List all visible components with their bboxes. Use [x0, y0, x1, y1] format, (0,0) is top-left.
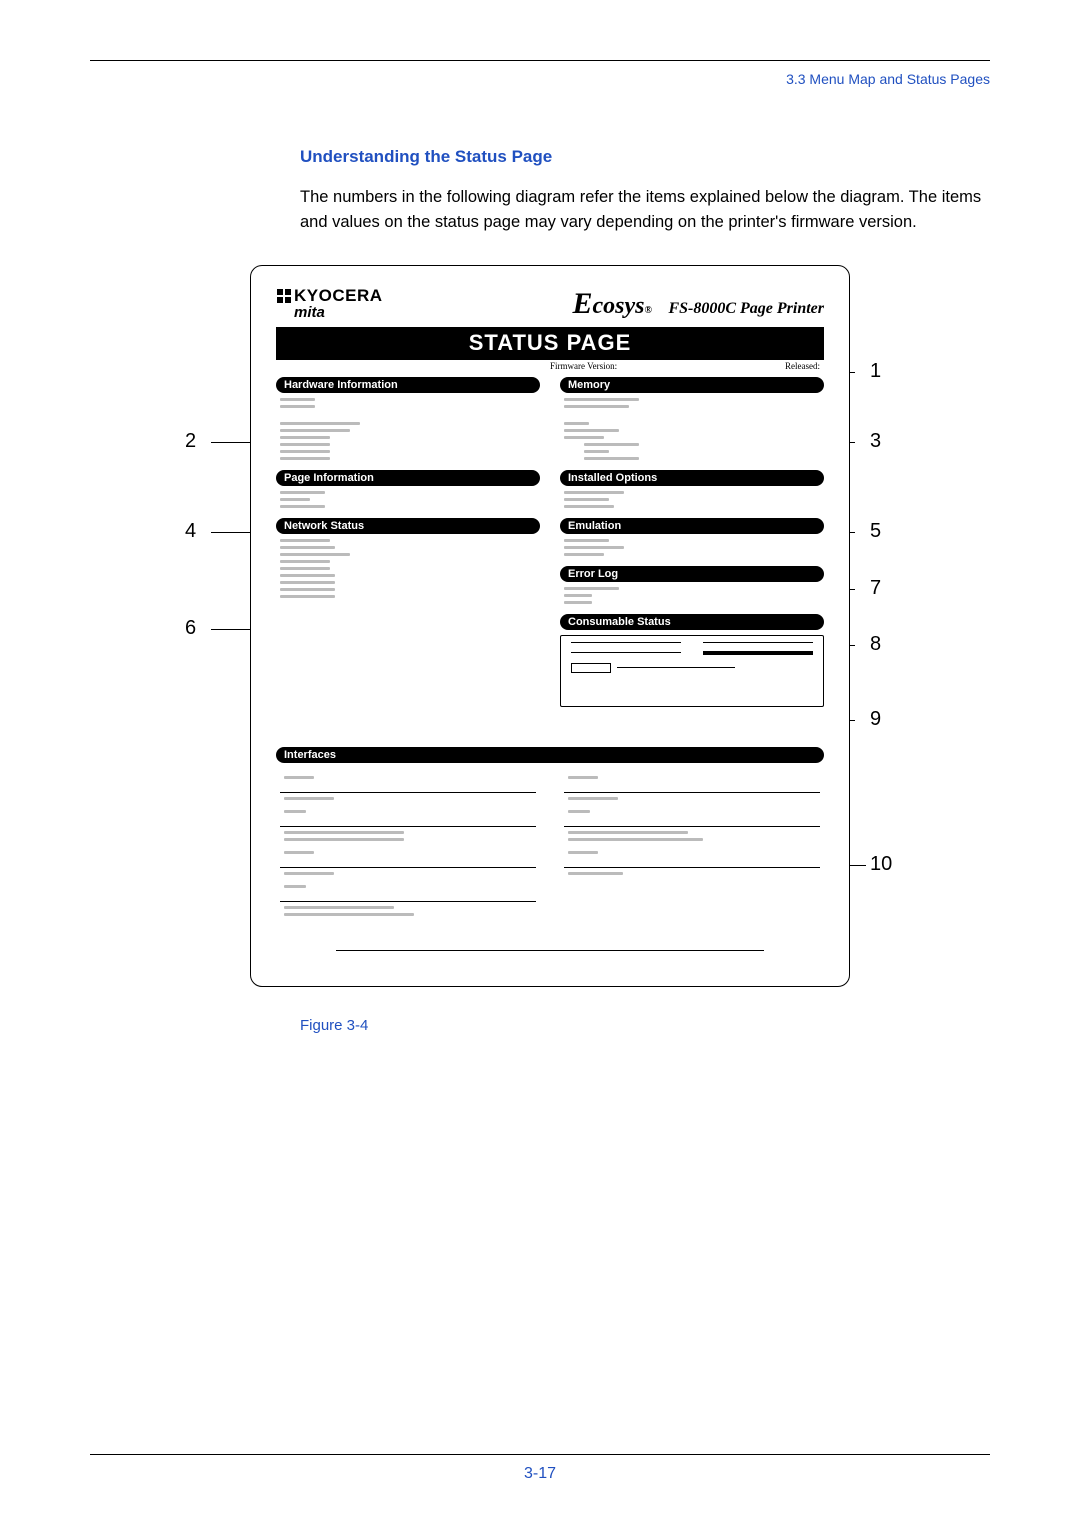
net-header: Network Status	[276, 518, 540, 534]
left-column: Hardware Information Page Information	[276, 377, 540, 707]
status-page-diagram: 2 4 6 1 3 5 7 8 9 10	[250, 265, 950, 987]
page-header: Page Information	[276, 470, 540, 486]
figure-caption: Figure 3-4	[300, 1017, 990, 1034]
top-rule	[90, 60, 990, 61]
callout-7-num: 7	[870, 577, 881, 599]
iface-left	[276, 768, 540, 930]
callout-1: 1	[870, 360, 881, 383]
err-header: Error Log	[560, 566, 824, 582]
ecosys-reg: ®	[645, 305, 652, 316]
callout-1-num: 1	[870, 360, 881, 382]
net-body	[276, 539, 540, 598]
callout-4: 4	[185, 520, 196, 543]
iface-right	[560, 768, 824, 930]
err-body	[560, 587, 824, 604]
emul-body	[560, 539, 824, 556]
callout-7: 7	[870, 577, 881, 600]
hw-body	[276, 398, 540, 460]
kyocera-text: KYOCERA	[294, 286, 383, 306]
footer: 3-17	[90, 1454, 990, 1483]
callout-2-num: 2	[185, 430, 196, 452]
bottom-rule	[336, 950, 763, 951]
callout-9: 9	[870, 708, 881, 731]
released-label: Released:	[785, 361, 820, 371]
body-text: The numbers in the following diagram ref…	[300, 185, 990, 235]
subbar: Firmware Version: Released:	[276, 361, 824, 377]
brand-right: Ecosys® FS-8000C Page Printer	[573, 287, 825, 321]
brand-row: KYOCERA mita Ecosys® FS-8000C Page Print…	[276, 286, 824, 321]
callout-4-num: 4	[185, 520, 196, 542]
cons-header: Consumable Status	[560, 614, 824, 630]
callout-2: 2	[185, 430, 196, 453]
interfaces: Interfaces	[276, 747, 824, 930]
hw-header: Hardware Information	[276, 377, 540, 393]
brand-left: KYOCERA mita	[276, 286, 383, 321]
footer-rule	[90, 1454, 990, 1455]
mita-text: mita	[294, 304, 383, 321]
emul-header: Emulation	[560, 518, 824, 534]
kyocera-icon	[276, 288, 292, 304]
iface-header: Interfaces	[276, 747, 824, 763]
opts-header: Installed Options	[560, 470, 824, 486]
callout-5-num: 5	[870, 520, 881, 542]
page-body	[276, 491, 540, 508]
page-number: 3-17	[90, 1465, 990, 1483]
cons-body	[560, 635, 824, 707]
status-title-bar: STATUS PAGE	[276, 327, 824, 360]
callout-8-num: 8	[870, 633, 881, 655]
callout-8: 8	[870, 633, 881, 656]
callout-6: 6	[185, 617, 196, 640]
ecosys-logo: Ecosys®	[573, 287, 652, 321]
callout-5: 5	[870, 520, 881, 543]
columns: Hardware Information Page Information	[276, 377, 824, 707]
right-column: Memory Installed Options	[560, 377, 824, 707]
status-page-sheet: KYOCERA mita Ecosys® FS-8000C Page Print…	[250, 265, 850, 987]
mem-header: Memory	[560, 377, 824, 393]
ecosys-e: E	[573, 287, 593, 321]
printer-model: FS-8000C Page Printer	[668, 300, 824, 317]
breadcrumb: 3.3 Menu Map and Status Pages	[90, 71, 990, 87]
ecosys-rest: cosys	[593, 293, 645, 320]
callout-10-num: 10	[870, 853, 892, 875]
kyocera-logo: KYOCERA	[276, 286, 383, 306]
callout-3-num: 3	[870, 430, 881, 452]
callout-10: 10	[870, 853, 892, 876]
section-title: Understanding the Status Page	[300, 147, 990, 167]
firmware-label: Firmware Version:	[550, 361, 617, 371]
opts-body	[560, 491, 824, 508]
callout-6-num: 6	[185, 617, 196, 639]
iface-grid	[276, 768, 824, 930]
callout-9-num: 9	[870, 708, 881, 730]
callout-3: 3	[870, 430, 881, 453]
mem-body	[560, 398, 824, 460]
